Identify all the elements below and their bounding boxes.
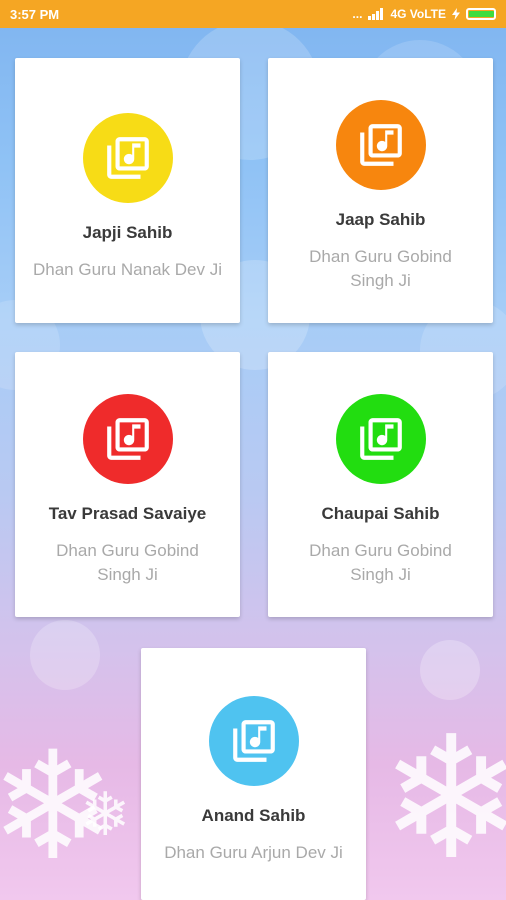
music-library-icon bbox=[106, 137, 149, 179]
battery-icon bbox=[466, 8, 496, 20]
card-title: Anand Sahib bbox=[201, 806, 306, 825]
music-library-icon bbox=[359, 418, 402, 460]
status-bar: 3:57 PM ... 4G VoLTE bbox=[0, 0, 506, 28]
card-subtitle: Dhan Guru Nanak Dev Ji bbox=[33, 260, 222, 279]
card-anand-sahib[interactable]: Anand Sahib Dhan Guru Arjun Dev Ji bbox=[141, 648, 366, 900]
card-jaap-sahib[interactable]: Jaap Sahib Dhan Guru Gobind Singh Ji bbox=[268, 58, 493, 323]
card-subtitle: Dhan Guru Arjun Dev Ji bbox=[164, 843, 343, 862]
card-subtitle: Dhan Guru Gobind Singh Ji bbox=[309, 541, 452, 584]
card-tav-prasad-savaiye[interactable]: Tav Prasad Savaiye Dhan Guru Gobind Sing… bbox=[15, 352, 240, 617]
card-title: Chaupai Sahib bbox=[321, 504, 440, 523]
status-icons: ... 4G VoLTE bbox=[352, 7, 496, 21]
music-library-icon bbox=[359, 124, 402, 166]
card-japji-sahib[interactable]: Japji Sahib Dhan Guru Nanak Dev Ji bbox=[15, 58, 240, 323]
japji-icon-circle bbox=[82, 113, 173, 203]
card-title: Japji Sahib bbox=[82, 223, 173, 242]
tav-icon-circle bbox=[82, 394, 173, 484]
anand-icon-circle bbox=[208, 696, 299, 786]
card-chaupai-sahib[interactable]: Chaupai Sahib Dhan Guru Gobind Singh Ji bbox=[268, 352, 493, 617]
music-library-icon bbox=[106, 418, 149, 460]
charging-icon bbox=[452, 8, 460, 20]
chaupai-icon-circle bbox=[335, 394, 426, 484]
notification-dots: ... bbox=[352, 7, 363, 21]
card-title: Jaap Sahib bbox=[335, 210, 426, 229]
card-subtitle: Dhan Guru Gobind Singh Ji bbox=[309, 247, 452, 290]
snowflake-decoration-right: ❄ bbox=[380, 704, 506, 894]
signal-icon bbox=[368, 8, 384, 20]
card-subtitle: Dhan Guru Gobind Singh Ji bbox=[56, 541, 199, 584]
snowflake-decoration-left: ❄ bbox=[0, 722, 116, 890]
jaap-icon-circle bbox=[335, 100, 426, 190]
music-library-icon bbox=[232, 720, 275, 762]
snowflake-decoration-small: ❄ bbox=[80, 781, 131, 848]
network-type: 4G VoLTE bbox=[390, 7, 446, 21]
status-time: 3:57 PM bbox=[10, 6, 60, 22]
card-title: Tav Prasad Savaiye bbox=[48, 504, 207, 523]
